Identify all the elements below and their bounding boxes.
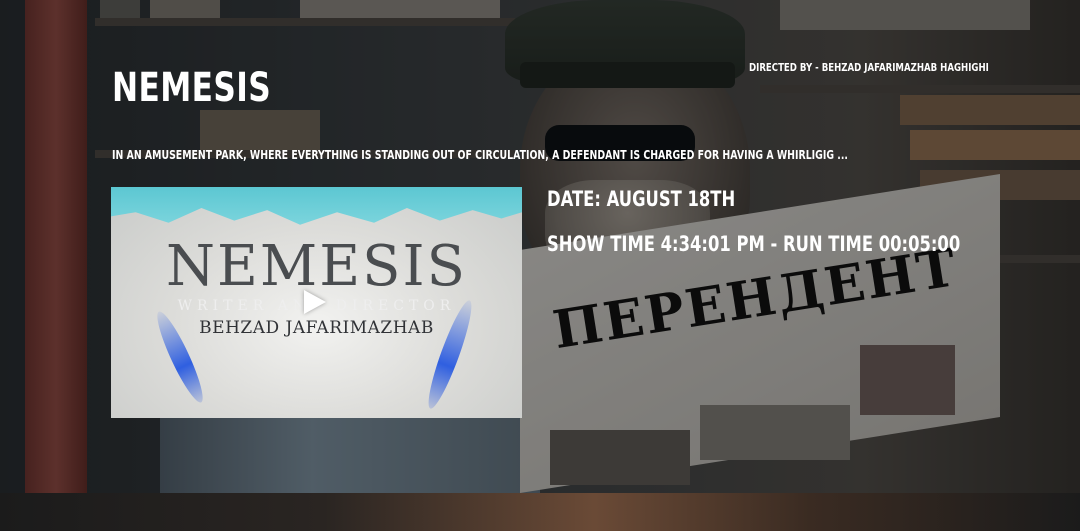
screening-date: DATE: AUGUST 18TH <box>547 187 736 211</box>
play-icon[interactable] <box>304 290 326 314</box>
poster-streak <box>421 297 479 412</box>
poster-title: NEMESIS <box>166 234 467 299</box>
show-and-run-time: SHOW TIME 4:34:01 PM - RUN TIME 00:05:00 <box>547 232 961 256</box>
film-synopsis: IN AN AMUSEMENT PARK, WHERE EVERYTHING I… <box>112 148 848 162</box>
next-section-preview <box>0 493 1080 531</box>
poster-torn-edge <box>111 187 522 225</box>
trailer-video[interactable]: NEMESIS WRITER AND DIRECTOR BEHZAD JAFAR… <box>111 187 522 418</box>
director-credit: DIRECTED BY - BEHZAD JAFARIMAZHAB HAGHIG… <box>749 61 989 74</box>
film-title: NEMESIS <box>112 65 272 111</box>
poster-name: BEHZAD JAFARIMAZHAB <box>199 318 434 338</box>
